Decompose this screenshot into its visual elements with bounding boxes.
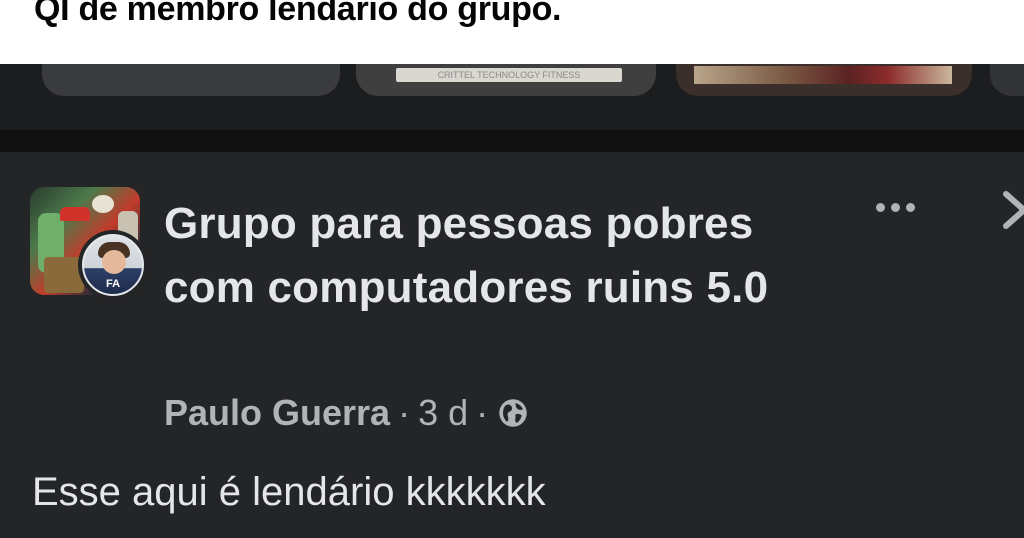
post-timestamp[interactable]: 3 d [418, 392, 468, 434]
meta-separator: · [476, 392, 489, 433]
story-card-1[interactable] [42, 64, 340, 96]
author-name-link[interactable]: Paulo Guerra [164, 392, 390, 434]
globe-icon [499, 399, 527, 427]
chevron-right-icon[interactable] [996, 188, 1024, 232]
post-body-text: Esse aqui é lendário kkkkkkk [32, 470, 546, 514]
meme-caption-bar: QI de membro lendário do grupo. [0, 0, 1024, 64]
meta-separator: · [398, 392, 411, 433]
post-meta: Paulo Guerra · 3 d · [164, 392, 528, 434]
group-avatar-art [60, 207, 90, 221]
story-card-3-photo [694, 66, 952, 84]
feed-post: FA Grupo para pessoas pobres com computa… [0, 152, 1024, 538]
author-avatar-face [102, 250, 126, 274]
story-cards-strip: CRITTEL TECHNOLOGY FITNESS [0, 64, 1024, 130]
story-card-3[interactable] [676, 64, 972, 96]
group-avatar-art [92, 195, 114, 213]
more-dot [890, 202, 900, 212]
author-avatar[interactable]: FA [78, 230, 148, 300]
feed-divider [0, 130, 1024, 152]
more-options-icon[interactable] [864, 192, 926, 222]
author-avatar-photo: FA [82, 234, 144, 296]
author-avatar-shirt-text: FA [105, 278, 121, 290]
meme-caption: QI de membro lendário do grupo. [34, 0, 562, 28]
story-card-2[interactable]: CRITTEL TECHNOLOGY FITNESS [356, 64, 656, 96]
story-card-4[interactable] [990, 64, 1024, 96]
story-card-2-label: CRITTEL TECHNOLOGY FITNESS [396, 68, 622, 82]
more-dot [905, 202, 915, 212]
group-name-link[interactable]: Grupo para pessoas pobres com computador… [164, 192, 844, 320]
more-dot [875, 202, 885, 212]
